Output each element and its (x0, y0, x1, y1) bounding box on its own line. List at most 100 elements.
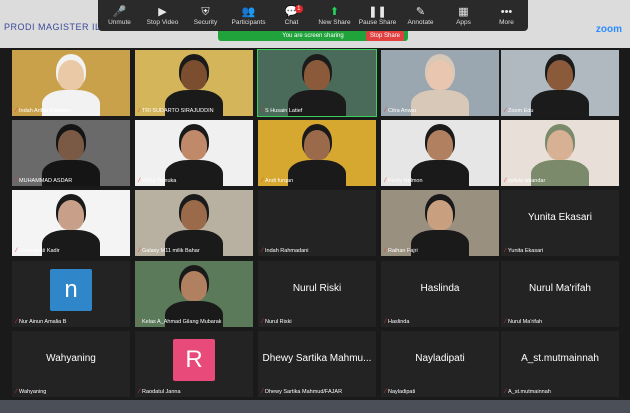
participant-tile[interactable]: Yunita Ekasari ⁄ Yunita Ekasari (501, 190, 619, 256)
participant-name: Indah Rahmadani (265, 248, 309, 254)
participant-tile[interactable]: Wahyaning ⁄ Wahyaning (12, 331, 130, 397)
participant-name-label: ⁄ Ferdy Helmon (385, 178, 423, 184)
participant-video (135, 120, 253, 186)
participant-display-name: Dhewy Sartika Mahmu... (262, 353, 372, 364)
participant-tile[interactable]: ⁄ Ferdy Helmon (381, 120, 499, 186)
participants-button[interactable]: 👥 Participants (228, 5, 270, 26)
participant-name-label: ⁄ Haslinda (385, 319, 409, 325)
annotate-icon: ✎ (415, 6, 426, 18)
participant-name-label: ⁄ Yunita Ekasari (505, 248, 543, 254)
participant-video (258, 50, 376, 116)
participant-tile[interactable]: ⁄ Kelas A_Ahmad Gilang Mubarak (135, 261, 253, 327)
participant-video (12, 50, 130, 116)
person-body (411, 230, 469, 256)
avatar: R (173, 339, 215, 381)
participant-video (135, 50, 253, 116)
mic-muted-icon: ⁄ (139, 108, 141, 114)
participant-tile[interactable]: ⁄ Darmawati Kadir (12, 190, 130, 256)
participant-name: S Husain Latief (265, 108, 303, 114)
participant-tile[interactable]: ⁄ S Husain Latief (257, 49, 377, 117)
shield-icon: ⛨ (201, 6, 210, 18)
participant-name-label: ⁄ Nurul Ma'rifah (505, 319, 542, 325)
participant-tile[interactable]: ⁄ Andi furqan (258, 120, 376, 186)
participant-tile[interactable]: ⁄ TRI SUDARTO SIRAJUDDIN (135, 50, 253, 116)
new-share-button[interactable]: ⬆ New Share (314, 5, 356, 26)
apps-icon: ▦ (458, 6, 469, 18)
participant-name: Nur Ainun Amalia B (19, 319, 67, 325)
participant-video (381, 120, 499, 186)
participant-name: Galaxy M11 milik Bahar (142, 248, 200, 254)
participant-name: Nurul Ma'rifah (508, 319, 543, 325)
participant-tile[interactable]: ⁄ Citra Anwar (381, 50, 499, 116)
participant-tile[interactable]: ⁄ MUHAMMAD ASDAR (12, 120, 130, 186)
toolbar-label: Stop Video (146, 19, 179, 26)
person-head (427, 60, 453, 90)
participant-name: Nayladipati (388, 389, 416, 395)
participant-name-label: ⁄ Indah Rahmadani (262, 248, 308, 254)
unmute-button[interactable]: 🎤 Unmute (99, 5, 141, 26)
mic-muted-icon: ⁄ (385, 389, 387, 395)
participant-tile[interactable]: ⁄ Indah Arifah Febriany (12, 50, 130, 116)
participant-name-label: ⁄ Nurul Riski (262, 319, 292, 325)
person-head (304, 60, 330, 90)
participant-name-label: ⁄ A_st.mutmainnah (505, 389, 551, 395)
toolbar-label: New Share (318, 19, 351, 26)
participant-tile[interactable]: ⁄ Vicha Tomuka (135, 120, 253, 186)
participant-tile[interactable]: Nurul Riski ⁄ Nurul Riski (258, 261, 376, 327)
security-button[interactable]: ⛨ Security (185, 5, 227, 26)
participant-display-name: Nurul Ma'rifah (529, 283, 591, 294)
participant-tile[interactable]: Haslinda ⁄ Haslinda (381, 261, 499, 327)
mic-muted-icon: ⁄ (505, 319, 507, 325)
toolbar-label: Annotate (407, 19, 434, 26)
participant-video (135, 190, 253, 256)
pause-share-button[interactable]: ❚❚ Pause Share (357, 5, 399, 26)
participant-tile[interactable]: Dhewy Sartika Mahmu... ⁄ Dhewy Sartika Mah… (258, 331, 376, 397)
person-head (181, 130, 207, 160)
mic-muted-icon: ⁄ (16, 108, 18, 114)
participant-tile[interactable]: Nayladipati ⁄ Nayladipati (381, 331, 499, 397)
participant-name: Dhewy Sartika Mahmud/FAJAR (265, 389, 343, 395)
mic-muted-icon: ⁄ (505, 178, 507, 184)
stop-video-button[interactable]: ▶ Stop Video (142, 5, 184, 26)
toolbar-label: Apps (456, 19, 471, 26)
participant-name: MUHAMMAD ASDAR (19, 178, 73, 184)
mic-muted-icon: ⁄ (139, 248, 141, 254)
mic-muted-icon: ⁄ (385, 108, 387, 114)
participant-name: Andi furqan (265, 178, 294, 184)
mic-muted-icon: ⁄ (262, 319, 264, 325)
mic-muted-icon: ⁄ (262, 248, 264, 254)
participant-tile[interactable]: ⁄ Indah Rahmadani (258, 190, 376, 256)
participant-name-label: ⁄ MUHAMMAD ASDAR (16, 178, 72, 184)
participant-tile[interactable]: ⁄ Galaxy M11 milik Bahar (135, 190, 253, 256)
participant-name-label: ⁄ Raodatul Janna (139, 389, 181, 395)
person-head (181, 200, 207, 230)
participant-display-name: Yunita Ekasari (528, 212, 592, 223)
participant-tile[interactable]: ⁄ sylivia iskandar (501, 120, 619, 186)
mic-muted-icon: ⁄ (16, 178, 18, 184)
participant-video (135, 261, 253, 327)
participant-video (501, 120, 619, 186)
participant-name-label: ⁄ Nayladipati (385, 389, 415, 395)
participant-name: Vicha Tomuka (142, 178, 177, 184)
share-icon: ⬆ (329, 6, 340, 18)
participant-tile[interactable]: R ⁄ Raodatul Janna (135, 331, 253, 397)
participant-tile[interactable]: ⁄ Zoom Edu (501, 50, 619, 116)
mic-muted-icon: ⁄ (385, 319, 387, 325)
person-head (58, 130, 84, 160)
participant-name: Zoom Edu (508, 108, 534, 114)
participant-name: Nurul Riski (265, 319, 292, 325)
mic-muted-icon: ⁄ (505, 248, 507, 254)
participant-tile[interactable]: A_st.mutmainnah ⁄ A_st.mutmainnah (501, 331, 619, 397)
participant-tile[interactable]: Nurul Ma'rifah ⁄ Nurul Ma'rifah (501, 261, 619, 327)
participant-name-label: ⁄ Indah Arifah Febriany (16, 108, 71, 114)
mic-muted-icon: ⁄ (16, 248, 18, 254)
participant-tile[interactable]: ⁄ Raihan Fajri (381, 190, 499, 256)
participant-tile[interactable]: n ⁄ Nur Ainun Amalia B (12, 261, 130, 327)
participant-name-label: ⁄ S Husain Latief (262, 108, 302, 114)
apps-button[interactable]: ▦ Apps (443, 5, 485, 26)
stop-share-button[interactable]: Stop Share (365, 31, 404, 41)
more-button[interactable]: ••• More (486, 5, 528, 26)
annotate-button[interactable]: ✎ Annotate (400, 5, 442, 26)
person-head (547, 60, 573, 90)
chat-button[interactable]: 💬 1 Chat (271, 5, 313, 26)
